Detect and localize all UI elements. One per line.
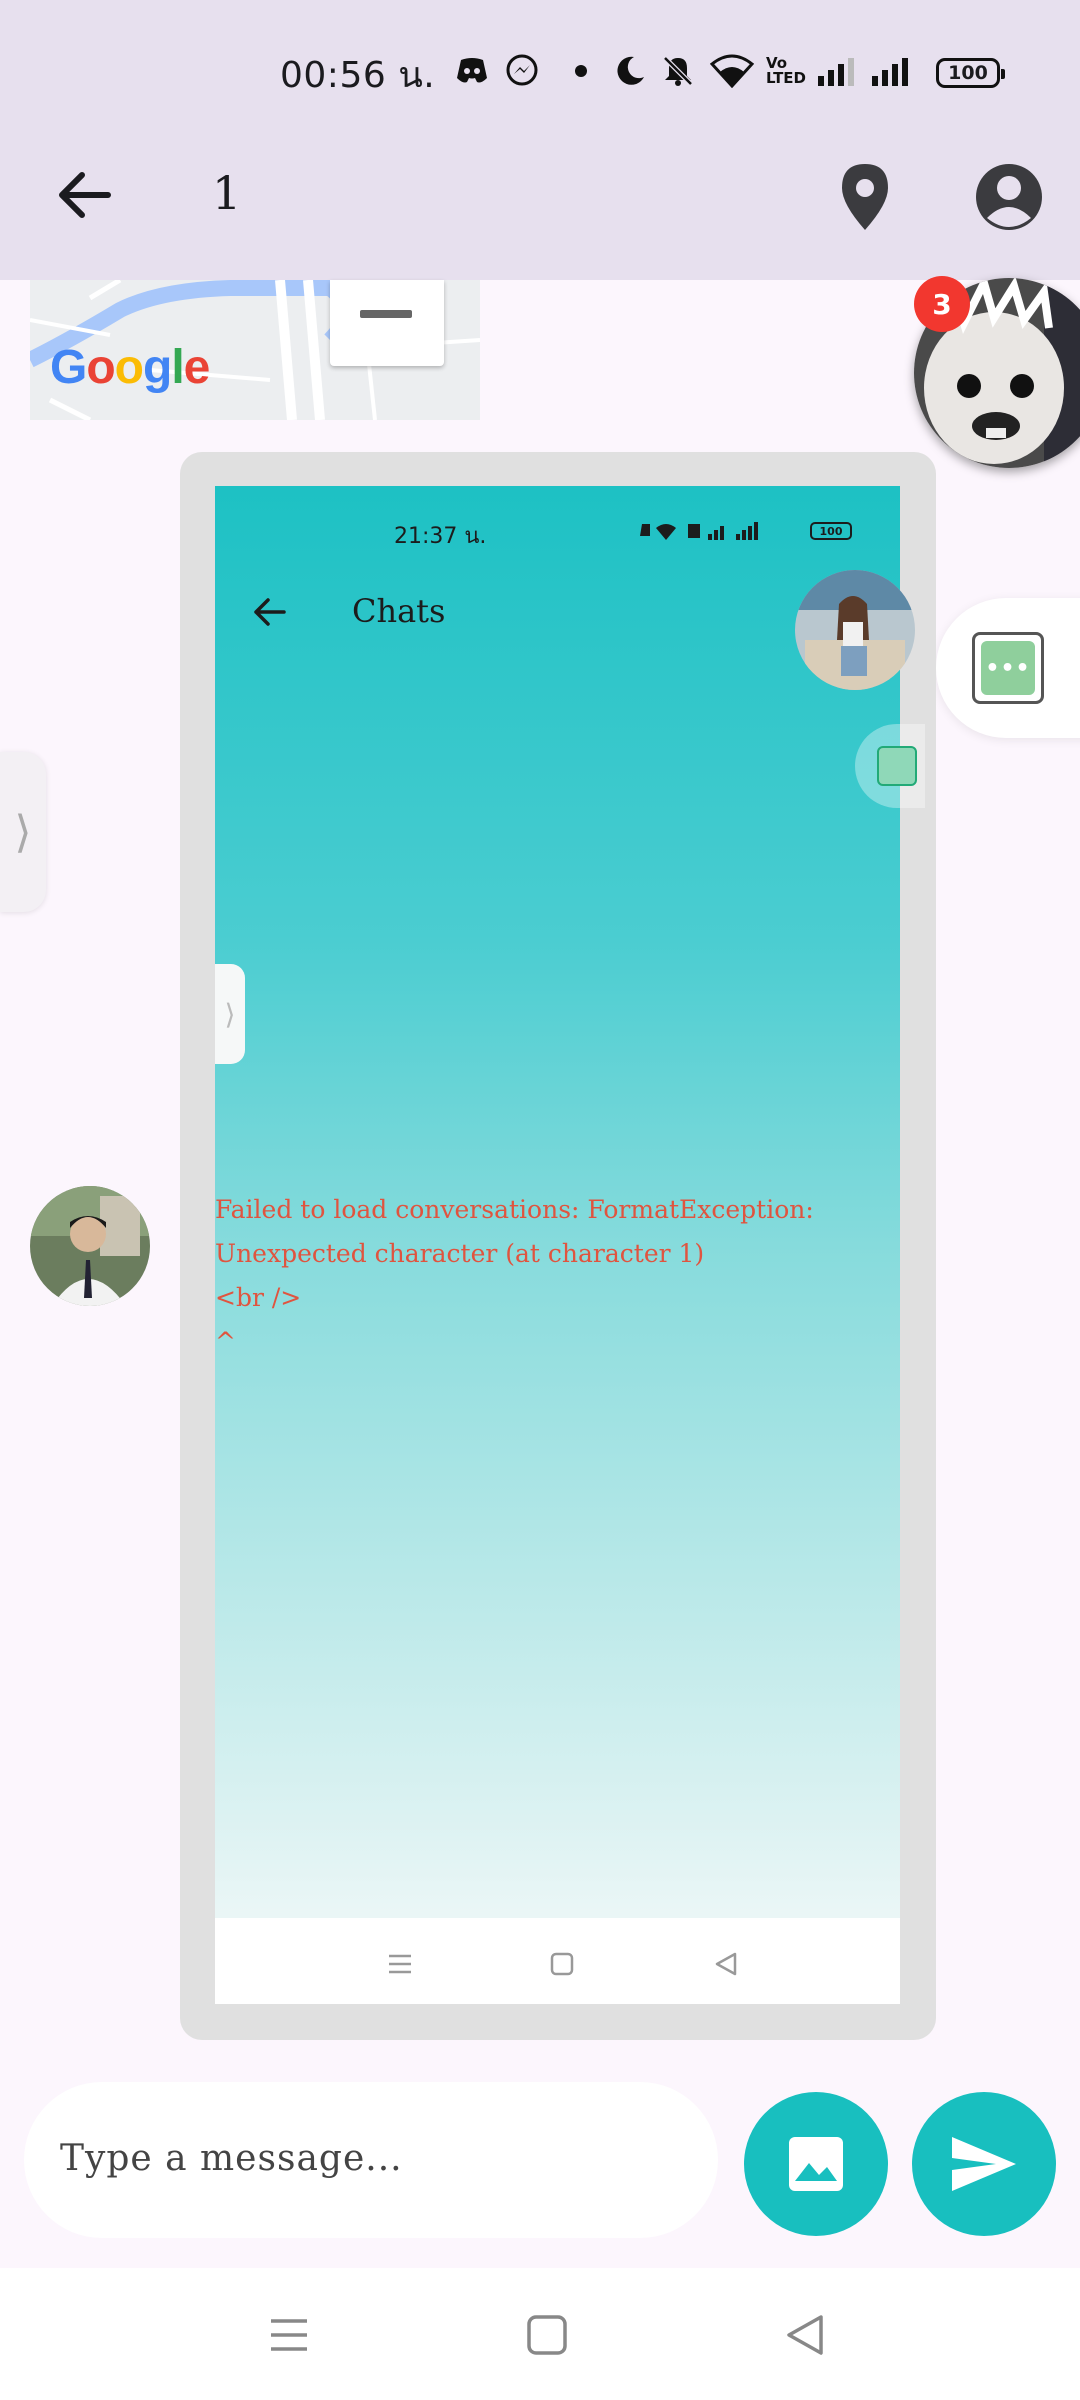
send-button[interactable]	[912, 2092, 1056, 2236]
page-title: 1	[212, 166, 242, 220]
battery-indicator: 100	[936, 58, 1005, 88]
avatar-image	[30, 1186, 150, 1306]
back-triangle-icon	[787, 2315, 823, 2355]
location-button[interactable]	[830, 160, 900, 234]
back-button[interactable]	[50, 160, 120, 230]
menu-icon	[271, 2319, 307, 2351]
inner-home-icon	[542, 1944, 582, 1984]
error-message: Failed to load conversations: FormatExce…	[215, 1195, 814, 1356]
home-button[interactable]	[512, 2300, 582, 2370]
zoom-out-button[interactable]	[330, 280, 444, 366]
send-icon	[952, 2137, 1016, 2191]
inner-back-icon	[250, 592, 290, 632]
chat-head-button[interactable]: •••	[972, 632, 1044, 704]
attach-image-button[interactable]	[744, 2092, 888, 2236]
inner-avatar	[795, 570, 915, 690]
account-button[interactable]	[972, 160, 1046, 234]
more-dots-icon: •••	[981, 641, 1035, 695]
status-time: 00:56 น.	[280, 55, 436, 96]
back-nav-button[interactable]	[770, 2300, 840, 2370]
image-icon	[789, 2137, 843, 2191]
edge-panel-handle[interactable]: ⟩	[0, 752, 46, 912]
inner-back-nav-icon	[706, 1944, 746, 1984]
discord-icon	[452, 52, 492, 90]
back-arrow-icon	[59, 172, 111, 218]
app-bar	[0, 140, 1080, 280]
unread-badge: 3	[914, 276, 970, 332]
sender-avatar[interactable]	[30, 1186, 150, 1306]
google-logo: Google	[50, 341, 210, 394]
messenger-icon	[502, 52, 542, 90]
account-circle-icon	[976, 164, 1042, 230]
recents-button[interactable]	[254, 2300, 324, 2370]
wifi-icon	[708, 52, 756, 90]
inner-edge-tab: ⟩	[215, 964, 245, 1064]
inner-status-icons	[636, 520, 796, 549]
volte-icon: Vo LTED	[766, 54, 807, 87]
location-pin-icon	[842, 164, 888, 230]
signal-icon	[814, 52, 858, 90]
moon-icon	[610, 52, 650, 90]
inner-battery: 100	[810, 522, 852, 540]
inner-menu-icon	[380, 1944, 420, 1984]
dot-icon	[566, 52, 596, 90]
bell-off-icon	[658, 52, 698, 90]
message-input-placeholder: Type a message...	[60, 2138, 403, 2179]
inner-title: Chats	[352, 592, 446, 630]
signal-icon-2	[868, 52, 912, 90]
home-square-icon	[527, 2315, 567, 2355]
inner-status-time: 21:37 น.	[394, 524, 487, 549]
